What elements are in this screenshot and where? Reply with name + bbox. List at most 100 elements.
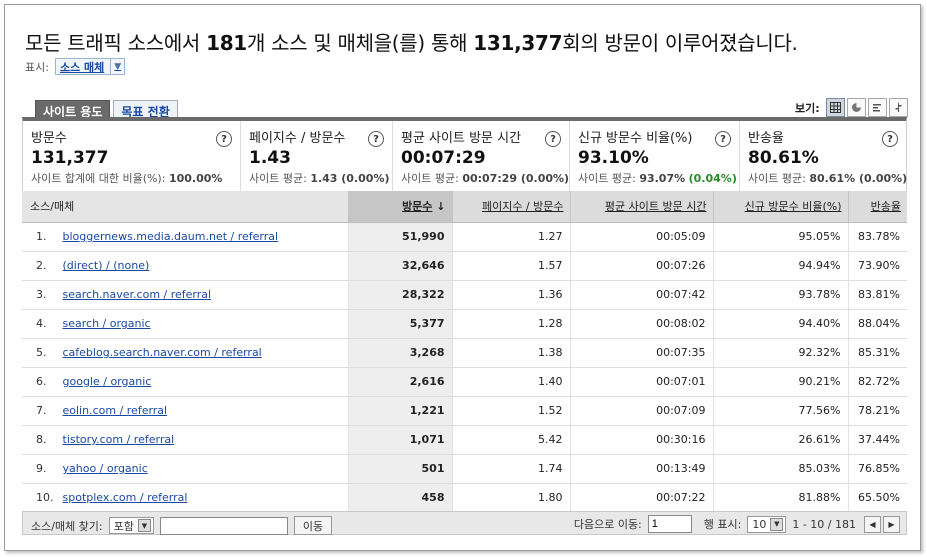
bounce-rate-cell: 78.21% [848,396,907,426]
source-cell: search / organic [60,309,349,339]
help-icon[interactable]: ? [545,131,561,147]
source-medium-link[interactable]: eolin.com / referral [63,404,168,417]
help-icon[interactable]: ? [882,131,898,147]
chevron-down-icon: ▼ [770,517,784,531]
metric-summary: 방문수 131,377 사이트 합계에 대한 비율(%): 100.00% ? … [22,117,907,191]
chevron-down-icon: ▼ [137,519,151,532]
rows-per-page-label: 행 표시: [703,518,742,531]
source-medium-link[interactable]: google / organic [63,375,152,388]
source-medium-link[interactable]: spotplex.com / referral [63,491,188,504]
dimension-select[interactable]: 소스 매체 ▼ [54,58,126,75]
table-header-row: 소스/매체 방문수 ↓ 페이지수 / 방문수 평균 사이트 방문 시간 신규 방… [22,191,907,223]
metric-sub-label: 사이트 합계에 대한 비율(%): [31,172,169,185]
avg-time-cell: 00:07:09 [570,396,714,426]
next-page-icon[interactable]: ▶ [883,515,900,533]
visits-cell: 3,268 [348,338,453,368]
metric-sub-label: 사이트 평균: [748,172,810,185]
new-visits-cell: 85.03% [713,454,849,484]
source-cell: cafeblog.search.naver.com / referral [60,338,349,368]
metric-sub: 사이트 평균: 93.07% (0.04%) [578,170,739,186]
column-header-bounce-rate[interactable]: 반송율 [848,191,907,223]
visits-cell: 458 [348,483,453,513]
column-header-label: 반송율 [870,200,901,214]
column-header-label: 평균 사이트 방문 시간 [604,200,707,214]
row-number: 5. [22,338,61,368]
metric-name: 평균 사이트 방문 시간 [401,131,522,146]
metric-sub-label: 사이트 평균: [401,172,463,185]
pages-per-visit-cell: 1.57 [452,251,571,281]
match-type-value: 포함 [113,519,134,533]
visits-cell: 32,646 [348,251,453,281]
source-medium-link[interactable]: (direct) / (none) [63,259,150,272]
column-header-pages-per-visit[interactable]: 페이지수 / 방문수 [452,191,571,223]
table-row: 2. (direct) / (none) 32,646 1.57 00:07:26 94.… [22,251,907,281]
source-cell: eolin.com / referral [60,396,349,426]
go-button[interactable]: 이동 [293,516,333,535]
metric-sub: 사이트 평균: 80.61% (0.00%) [748,170,908,186]
performance-view-icon[interactable] [867,98,887,117]
source-medium-link[interactable]: bloggernews.media.daum.net / referral [63,230,279,243]
column-header-label: 신규 방문수 비율(%) [744,200,842,214]
pie-view-icon[interactable] [846,98,866,117]
headline-text: 개 소스 및 매체을(를) 통해 [246,31,474,55]
avg-time-cell: 00:05:09 [570,222,714,252]
table-row: 1. bloggernews.media.daum.net / referral 5… [22,222,907,252]
goto-row-input[interactable] [647,515,692,533]
metric-sub-delta: (0.04%) [688,172,737,185]
visits-cell: 501 [348,454,453,484]
bounce-rate-cell: 73.90% [848,251,907,281]
row-number: 8. [22,425,61,455]
source-cell: google / organic [60,367,349,397]
rows-per-page-value: 10 [752,517,767,531]
help-icon[interactable]: ? [715,131,731,147]
match-type-select[interactable]: 포함 ▼ [108,517,154,534]
metric-sub-value: 80.61% (0.00%) [809,172,908,185]
column-header-new-visits[interactable]: 신규 방문수 비율(%) [713,191,849,223]
new-visits-cell: 77.56% [713,396,849,426]
pages-per-visit-cell: 5.42 [452,425,571,455]
table-row: 6. google / organic 2,616 1.40 00:07:01 90.21… [22,367,907,397]
table-view-icon[interactable] [825,98,845,117]
row-number: 4. [22,309,61,339]
source-search-input[interactable] [159,516,288,535]
help-icon[interactable]: ? [216,131,232,147]
visits-cell: 1,221 [348,396,453,426]
source-medium-link[interactable]: tistory.com / referral [63,433,175,446]
column-header-visits[interactable]: 방문수 ↓ [348,191,453,223]
table-row: 3. search.naver.com / referral 28,322 1.36 0… [22,280,907,310]
column-header-label: 페이지수 / 방문수 [481,200,564,214]
visits-cell: 28,322 [348,280,453,310]
avg-time-cell: 00:07:01 [570,367,714,397]
report-headline: 모든 트래픽 소스에서 181개 소스 및 매체을(를) 통해 131,377회… [25,27,798,56]
rows-per-page-select[interactable]: 10 ▼ [747,515,787,533]
row-number: 9. [22,454,61,484]
new-visits-cell: 81.88% [713,483,849,513]
dimension-select-value: 소스 매체 [59,60,105,74]
column-header-avg-time[interactable]: 평균 사이트 방문 시간 [570,191,714,223]
page-range: 1 - 10 / 181 [792,517,856,531]
help-icon[interactable]: ? [368,131,384,147]
column-header-label: 방문수 [402,200,433,214]
row-number: 2. [22,251,61,281]
source-medium-link[interactable]: cafeblog.search.naver.com / referral [63,346,262,359]
source-cell: spotplex.com / referral [60,483,349,513]
bounce-rate-cell: 37.44% [848,425,907,455]
comparison-view-icon[interactable] [888,98,908,117]
metric-sub: 사이트 합계에 대한 비율(%): 100.00% [31,170,240,186]
source-cell: (direct) / (none) [60,251,349,281]
table-row: 5. cafeblog.search.naver.com / referral 3,… [22,338,907,368]
source-medium-link[interactable]: search / organic [63,317,151,330]
avg-time-cell: 00:08:02 [570,309,714,339]
metric-pages-per-visit: 페이지수 / 방문수 1.43 사이트 평균: 1.43 (0.00%) ? [241,121,393,191]
bounce-rate-cell: 76.85% [848,454,907,484]
source-medium-link[interactable]: search.naver.com / referral [63,288,212,301]
metric-sub-label: 사이트 평균: [578,172,640,185]
metric-sub-label: 사이트 평균: [249,172,311,185]
pages-per-visit-cell: 1.36 [452,280,571,310]
pages-per-visit-cell: 1.27 [452,222,571,252]
bounce-rate-cell: 82.72% [848,367,907,397]
source-count: 181 [206,31,247,55]
source-medium-link[interactable]: yahoo / organic [63,462,148,475]
previous-page-icon[interactable]: ◀ [864,515,881,533]
new-visits-cell: 94.94% [713,251,849,281]
